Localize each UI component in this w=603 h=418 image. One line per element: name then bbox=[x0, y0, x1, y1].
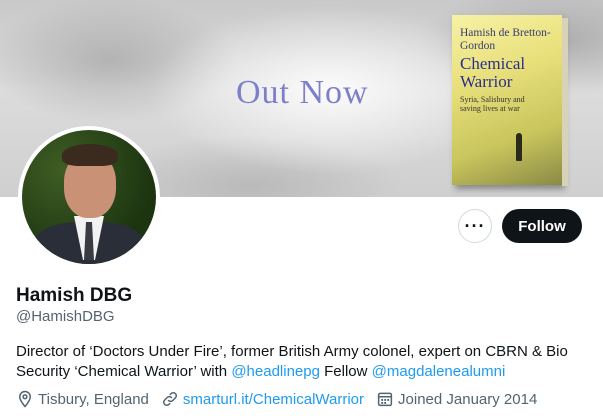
joined-item: Joined January 2014 bbox=[376, 390, 537, 408]
book-author: Hamish de Bretton-Gordon bbox=[460, 27, 551, 52]
calendar-icon bbox=[377, 392, 393, 407]
website-link[interactable]: smarturl.it/ChemicalWarrior bbox=[183, 391, 364, 408]
joined-text: Joined January 2014 bbox=[398, 390, 538, 408]
book-cover-image: Hamish de Bretton-Gordon Chemical Warrio… bbox=[452, 15, 562, 185]
location-item: Tisbury, England bbox=[16, 390, 149, 408]
profile-name: Hamish DBG bbox=[16, 285, 133, 306]
book-subtitle: Syria, Salisbury and saving lives at war bbox=[460, 95, 525, 113]
book-spine-edge bbox=[562, 18, 568, 186]
avatar-hair bbox=[62, 144, 118, 166]
more-options-icon: ··· bbox=[464, 215, 486, 236]
banner-headline: Out Now bbox=[236, 74, 369, 111]
mention-link-magdalenealumni[interactable]: @magdalenealumni bbox=[372, 363, 506, 380]
book-figure-silhouette bbox=[516, 133, 522, 161]
book-title: Chemical Warrior bbox=[460, 54, 526, 91]
location-text: Tisbury, England bbox=[38, 390, 149, 408]
profile-bio: Director of ‘Doctors Under Fire’, former… bbox=[16, 342, 591, 382]
bio-text-2: Fellow bbox=[319, 363, 372, 380]
more-options-button[interactable]: ··· bbox=[458, 209, 492, 243]
profile-meta: Tisbury, England smarturl.it/ChemicalWar… bbox=[16, 390, 549, 408]
avatar-photo bbox=[22, 130, 156, 264]
avatar[interactable] bbox=[18, 126, 160, 268]
mention-link-headlinepg[interactable]: @headlinepg bbox=[231, 363, 320, 380]
profile-handle: @HamishDBG bbox=[16, 308, 115, 325]
website-item: smarturl.it/ChemicalWarrior bbox=[161, 390, 364, 408]
link-icon bbox=[162, 391, 177, 407]
follow-button[interactable]: Follow bbox=[502, 209, 582, 243]
location-pin-icon bbox=[18, 390, 32, 408]
